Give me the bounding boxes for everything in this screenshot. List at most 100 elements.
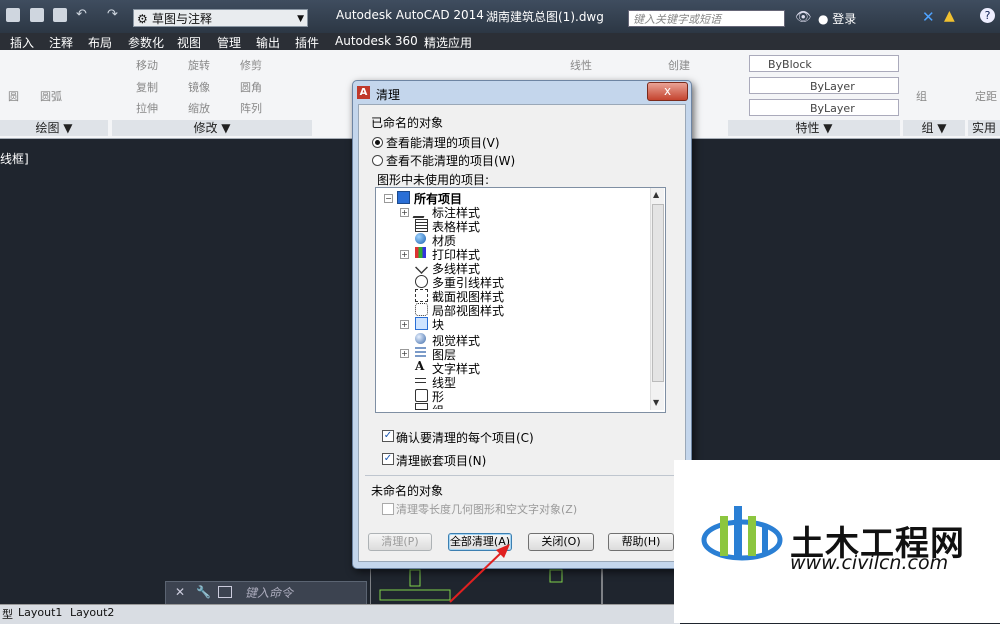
- visualstyle-icon: [415, 333, 426, 344]
- search-input[interactable]: 键入关键字或短语: [628, 10, 785, 27]
- expand-icon[interactable]: +: [400, 208, 409, 217]
- shape-icon: [415, 389, 428, 402]
- workspace-select[interactable]: ⚙ 草图与注释 ▼: [133, 9, 308, 27]
- dialog-close-button[interactable]: x: [647, 82, 688, 101]
- tab-layout1[interactable]: Layout1: [18, 606, 62, 619]
- confirm-each-label[interactable]: 确认要清理的每个项目(C): [396, 429, 534, 446]
- expand-icon[interactable]: +: [400, 250, 409, 259]
- close-icon[interactable]: ✕: [175, 585, 185, 599]
- menu-featured-apps[interactable]: 精选应用: [424, 34, 472, 51]
- measure-button[interactable]: 定距: [975, 88, 997, 104]
- divider: [365, 475, 677, 476]
- panel-draw-label[interactable]: 绘图 ▼: [0, 120, 108, 136]
- scroll-up-icon[interactable]: ▲: [653, 190, 659, 199]
- binoculars-icon[interactable]: 👁: [795, 10, 812, 25]
- menu-layout[interactable]: 布局: [88, 34, 112, 51]
- color-select[interactable]: ByBlock: [749, 55, 899, 72]
- group-button[interactable]: 组: [916, 88, 927, 104]
- tree-item-group[interactable]: 组: [432, 402, 444, 409]
- autocad-icon: A: [357, 86, 370, 99]
- scroll-thumb[interactable]: [652, 204, 664, 382]
- redo-icon[interactable]: ↷: [107, 8, 121, 22]
- confirm-each-checkbox[interactable]: ✓: [382, 430, 394, 442]
- mirror-button[interactable]: 镜像: [188, 79, 210, 95]
- array-button[interactable]: 阵列: [240, 100, 262, 116]
- all-items-icon: [397, 191, 410, 204]
- civilcn-logo: [701, 506, 783, 561]
- help-button[interactable]: 帮助(H): [608, 533, 674, 551]
- sectionview-icon: [415, 289, 428, 302]
- group-icon: [415, 403, 428, 410]
- draw-arc-button[interactable]: 圆弧: [40, 88, 62, 104]
- trim-button[interactable]: 修剪: [240, 57, 262, 73]
- scroll-down-icon[interactable]: ▼: [653, 398, 659, 407]
- annotation-arrow: [449, 544, 510, 603]
- purge-nested-label[interactable]: 清理嵌套项目(N): [396, 452, 486, 469]
- undo-icon[interactable]: ↶: [76, 8, 90, 22]
- tab-layout2[interactable]: Layout2: [70, 606, 114, 619]
- zero-length-checkbox[interactable]: [382, 503, 394, 515]
- save-icon[interactable]: [6, 8, 20, 22]
- radio-not-purgeable-label[interactable]: 查看不能清理的项目(W): [386, 152, 515, 169]
- detailview-icon: [415, 303, 428, 316]
- purge-button[interactable]: 清理(P): [368, 533, 432, 551]
- radio-purgeable[interactable]: [372, 137, 383, 148]
- mleaderstyle-icon: [415, 275, 428, 288]
- app-title: Autodesk AutoCAD 2014: [336, 8, 484, 22]
- linetype-icon: [415, 375, 426, 386]
- menu-output[interactable]: 输出: [256, 34, 280, 51]
- tab-model[interactable]: 型: [2, 606, 13, 622]
- menu-manage[interactable]: 管理: [217, 34, 241, 51]
- menu-bar: 插入 注释 布局 参数化 视图 管理 输出 插件 Autodesk 360 精选…: [0, 33, 1000, 50]
- panel-properties-label[interactable]: 特性 ▼: [728, 120, 900, 136]
- radio-not-purgeable[interactable]: [372, 155, 383, 166]
- save-as-icon[interactable]: [30, 8, 44, 22]
- dialog-title: 清理: [376, 88, 401, 102]
- viewport-label[interactable]: 线框]: [0, 150, 29, 167]
- menu-view[interactable]: 视图: [177, 34, 201, 51]
- expand-icon[interactable]: +: [400, 320, 409, 329]
- exchange-icon[interactable]: ✕: [922, 8, 935, 26]
- menu-insert[interactable]: 插入: [10, 34, 34, 51]
- workspace-label: 草图与注释: [152, 12, 213, 26]
- block-create-button[interactable]: 创建: [668, 57, 690, 73]
- help-icon[interactable]: ?: [980, 8, 995, 23]
- radio-purgeable-label[interactable]: 查看能清理的项目(V): [386, 134, 500, 151]
- panel-group-label[interactable]: 组 ▼: [903, 120, 965, 136]
- wrench-icon[interactable]: 🔧: [196, 585, 211, 599]
- account-icon[interactable]: ▲: [944, 8, 955, 24]
- zero-length-label[interactable]: 清理零长度几何图形和空文字对象(Z): [396, 501, 577, 517]
- menu-autodesk360[interactable]: Autodesk 360: [335, 34, 418, 48]
- block-icon: [415, 317, 428, 330]
- tree-item-block[interactable]: 块: [432, 316, 444, 333]
- linetype-select[interactable]: ByLayer: [749, 77, 899, 94]
- textstyle-icon: A: [415, 359, 425, 373]
- menu-plugins[interactable]: 插件: [295, 34, 319, 51]
- close-button[interactable]: 关闭(O): [528, 533, 594, 551]
- fillet-button[interactable]: 圆角: [240, 79, 262, 95]
- purge-nested-checkbox[interactable]: ✓: [382, 453, 394, 465]
- stretch-button[interactable]: 拉伸: [136, 100, 158, 116]
- tree-scrollbar[interactable]: [650, 188, 664, 410]
- menu-annotate[interactable]: 注释: [49, 34, 73, 51]
- menu-parametric[interactable]: 参数化: [128, 34, 164, 51]
- expand-icon[interactable]: +: [400, 349, 409, 358]
- unused-items-label: 图形中未使用的项目:: [377, 173, 490, 187]
- collapse-icon[interactable]: −: [384, 194, 393, 203]
- linear-dim-button[interactable]: 线性: [570, 57, 592, 73]
- lineweight-select[interactable]: ByLayer: [749, 99, 899, 116]
- command-input[interactable]: 键入命令: [245, 584, 293, 601]
- command-prompt-icon[interactable]: [218, 586, 232, 598]
- document-title: 湖南建筑总图(1).dwg: [486, 10, 604, 24]
- panel-modify-label[interactable]: 修改 ▼: [112, 120, 312, 136]
- scale-button[interactable]: 缩放: [188, 100, 210, 116]
- user-icon: ●: [818, 12, 833, 26]
- material-icon: [415, 233, 426, 244]
- panel-utilities-label[interactable]: 实用: [968, 120, 1000, 136]
- move-button[interactable]: 移动: [136, 57, 158, 73]
- print-icon[interactable]: [53, 8, 67, 22]
- draw-circle-button[interactable]: 圆: [8, 88, 19, 104]
- login-button[interactable]: ● 登录: [818, 10, 856, 27]
- rotate-button[interactable]: 旋转: [188, 57, 210, 73]
- copy-button[interactable]: 复制: [136, 79, 158, 95]
